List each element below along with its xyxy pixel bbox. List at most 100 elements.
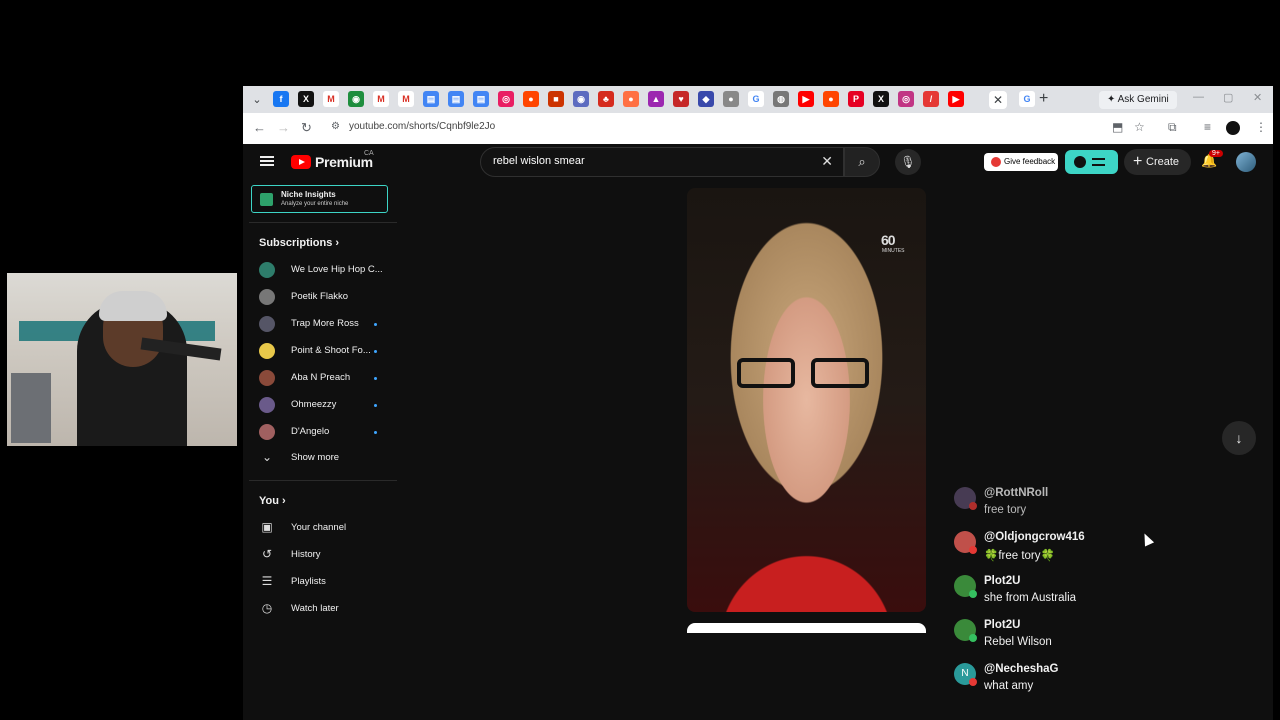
- facebook-tab-icon[interactable]: f: [273, 91, 289, 107]
- sidebar-subscription-item[interactable]: Trap More Ross: [259, 313, 389, 335]
- red-tab-icon[interactable]: ♥: [673, 91, 689, 107]
- sidebar-subscription-item[interactable]: We Love Hip Hop C...: [259, 259, 389, 281]
- google-tab-icon-2[interactable]: G: [1019, 91, 1035, 107]
- show-more-button[interactable]: ⌄ Show more: [259, 447, 389, 469]
- chat-message[interactable]: N @NecheshaG what amy: [951, 661, 1251, 699]
- reload-icon[interactable]: ↻: [301, 120, 312, 136]
- sidebar-subscription-item[interactable]: Ohmeezzy: [259, 394, 389, 416]
- notification-badge: 9+: [1209, 150, 1223, 157]
- next-short-preview[interactable]: [687, 623, 926, 633]
- youtube-tab-icon-2[interactable]: ▶: [948, 91, 964, 107]
- hamburger-menu-icon[interactable]: [260, 156, 274, 166]
- chat-message[interactable]: Plot2U Rebel Wilson: [951, 617, 1251, 655]
- red-slash-tab-icon[interactable]: /: [923, 91, 939, 107]
- extensions-icon[interactable]: ⧉: [1168, 120, 1177, 135]
- search-box[interactable]: rebel wislon smear ✕: [480, 147, 844, 177]
- orange-circle-tab-icon[interactable]: ●: [623, 91, 639, 107]
- channel-avatar: [259, 343, 275, 359]
- chat-username[interactable]: @NecheshaG: [984, 663, 1059, 675]
- watch-later-label: Watch later: [291, 603, 339, 614]
- maximize-icon[interactable]: ▢: [1223, 91, 1233, 104]
- sidebar-subscription-item[interactable]: Aba N Preach: [259, 367, 389, 389]
- chat-badge-icon: [969, 590, 977, 598]
- site-info-icon[interactable]: ⚙: [331, 121, 340, 132]
- video-subject: [737, 358, 877, 388]
- niche-insights-button[interactable]: Niche Insights Analyze your entire niche: [251, 185, 388, 213]
- google-tab-icon[interactable]: G: [748, 91, 764, 107]
- install-app-icon[interactable]: ⬒: [1112, 120, 1123, 134]
- your-channel-item[interactable]: ▣ Your channel: [259, 517, 389, 539]
- x-tab-icon[interactable]: X: [298, 91, 314, 107]
- x-tab-icon-2[interactable]: X: [873, 91, 889, 107]
- create-button[interactable]: + Create: [1124, 149, 1191, 175]
- youtube-play-icon: [291, 155, 311, 169]
- glasses-lens-left: [737, 358, 795, 388]
- maple-tab-icon[interactable]: ♣: [598, 91, 614, 107]
- close-window-icon[interactable]: ✕: [1253, 91, 1262, 104]
- shorts-video-player[interactable]: 60 MINUTES: [687, 188, 926, 612]
- extension-menu-icon: [1092, 158, 1105, 166]
- wall-poster: [11, 373, 51, 443]
- scroll-down-arrow-icon[interactable]: ↓: [1222, 421, 1256, 455]
- orange-tab-icon[interactable]: ■: [548, 91, 564, 107]
- new-tab-button[interactable]: +: [1039, 90, 1048, 108]
- history-item[interactable]: ↺ History: [259, 544, 389, 566]
- url-field[interactable]: youtube.com/shorts/Cqnbf9le2Jo: [349, 121, 495, 132]
- reddit-tab-icon-2[interactable]: ●: [823, 91, 839, 107]
- chat-username[interactable]: Plot2U: [984, 619, 1020, 631]
- docs-tab-icon-2[interactable]: ▤: [448, 91, 464, 107]
- docs-tab-icon[interactable]: ▤: [423, 91, 439, 107]
- chat-username[interactable]: @RottNRoll: [984, 487, 1048, 499]
- menu-dots-icon[interactable]: ⋮: [1255, 120, 1267, 134]
- tab-search-icon[interactable]: ⌄: [249, 92, 265, 108]
- grey-tab-icon[interactable]: ●: [723, 91, 739, 107]
- address-bar: ← → ↻ ⚙ youtube.com/shorts/Cqnbf9le2Jo ⬒…: [243, 113, 1273, 144]
- gmail-tab-icon-2[interactable]: M: [373, 91, 389, 107]
- you-heading[interactable]: You ›: [259, 495, 286, 507]
- gmail-tab-icon[interactable]: M: [323, 91, 339, 107]
- ask-gemini-button[interactable]: ✦ Ask Gemini: [1099, 91, 1177, 109]
- instagram-tab-icon[interactable]: ◎: [898, 91, 914, 107]
- minimize-icon[interactable]: —: [1193, 91, 1204, 103]
- profile-icon[interactable]: [1226, 121, 1240, 135]
- chat-message[interactable]: @Oldjongcrow416 🍀free tory🍀: [951, 529, 1251, 567]
- reddit-tab-icon[interactable]: ●: [523, 91, 539, 107]
- chevron-right-icon: ›: [282, 495, 286, 507]
- globe-tab-icon[interactable]: ◍: [773, 91, 789, 107]
- channel-name: Poetik Flakko: [291, 291, 349, 302]
- sidebar-subscription-item[interactable]: Point & Shoot Fo...: [259, 340, 389, 362]
- blue-circle-tab-icon[interactable]: ◉: [573, 91, 589, 107]
- close-tab-icon[interactable]: ✕: [989, 91, 1007, 109]
- voice-search-icon[interactable]: 🎙: [895, 149, 921, 175]
- green-tab-icon[interactable]: ◉: [348, 91, 364, 107]
- pink-tab-icon[interactable]: ◎: [498, 91, 514, 107]
- search-button[interactable]: ⌕: [844, 147, 880, 177]
- sidebar-subscription-item[interactable]: D'Angelo: [259, 421, 389, 443]
- chat-username[interactable]: Plot2U: [984, 575, 1020, 587]
- sidebar-subscription-item[interactable]: Poetik Flakko: [259, 286, 389, 308]
- media-icon[interactable]: ≡: [1204, 120, 1211, 134]
- extension-button[interactable]: [1065, 150, 1118, 174]
- account-avatar[interactable]: [1236, 152, 1256, 172]
- indigo-tab-icon[interactable]: ◆: [698, 91, 714, 107]
- chat-message[interactable]: @RottNRoll free tory: [951, 485, 1251, 523]
- youtube-logo[interactable]: Premium CA: [291, 150, 374, 170]
- docs-tab-icon-3[interactable]: ▤: [473, 91, 489, 107]
- chat-message[interactable]: Plot2U she from Australia: [951, 573, 1251, 611]
- playlists-item[interactable]: ☰ Playlists: [259, 571, 389, 593]
- back-icon[interactable]: ←: [253, 120, 266, 135]
- bookmark-star-icon[interactable]: ☆: [1134, 120, 1145, 134]
- forward-icon[interactable]: →: [277, 120, 290, 135]
- watch-later-item[interactable]: ◷ Watch later: [259, 598, 389, 620]
- pinterest-tab-icon[interactable]: P: [848, 91, 864, 107]
- give-feedback-button[interactable]: Give feedback: [984, 153, 1058, 171]
- purple-tab-icon[interactable]: ▲: [648, 91, 664, 107]
- gmail-tab-icon-3[interactable]: M: [398, 91, 414, 107]
- search-input[interactable]: rebel wislon smear: [493, 155, 585, 167]
- subscriptions-heading[interactable]: Subscriptions ›: [259, 237, 339, 249]
- new-content-dot: [374, 323, 377, 326]
- glasses-lens-right: [811, 358, 869, 388]
- clear-search-icon[interactable]: ✕: [821, 153, 833, 170]
- youtube-tab-icon[interactable]: ▶: [798, 91, 814, 107]
- chat-username[interactable]: @Oldjongcrow416: [984, 531, 1085, 543]
